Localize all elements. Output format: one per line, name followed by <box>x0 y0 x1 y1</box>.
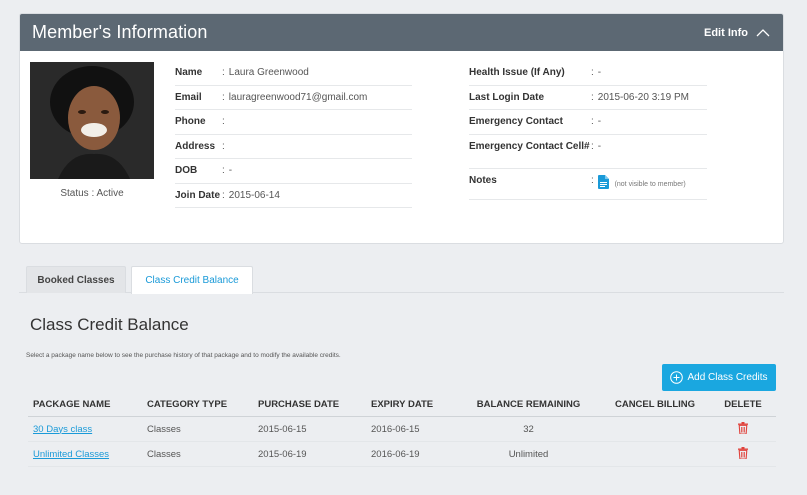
field-dob: DOB : - <box>175 159 412 184</box>
field-label: Emergency Contact <box>469 116 563 127</box>
col-category-type: CATEGORY TYPE <box>147 399 228 410</box>
edit-info-label: Edit Info <box>704 26 748 39</box>
table-row: 30 Days class Classes 2015-06-15 2016-06… <box>28 417 776 442</box>
field-label: Notes <box>469 174 497 186</box>
field-health-issue: Health Issue (If Any) : - <box>469 61 707 86</box>
member-info-right: Health Issue (If Any) : - Last Login Dat… <box>469 61 707 200</box>
field-colon: : <box>222 140 225 152</box>
col-delete: DELETE <box>724 399 762 410</box>
add-class-credits-label: Add Class Credits <box>687 372 768 383</box>
field-colon: : <box>222 189 225 201</box>
field-colon: : <box>591 67 594 78</box>
section-title: Class Credit Balance <box>30 315 189 334</box>
field-label: DOB <box>175 165 198 176</box>
field-label: Email <box>175 91 202 103</box>
field-value: - <box>597 140 602 152</box>
balance-cell: 32 <box>523 423 534 435</box>
member-info-header: Member's Information Edit Info <box>20 14 783 51</box>
trash-icon[interactable] <box>738 446 748 459</box>
field-name: Name : Laura Greenwood <box>175 61 412 86</box>
col-balance-remaining: BALANCE REMAINING <box>476 399 581 410</box>
field-label: Phone <box>175 116 206 127</box>
field-value: 2015-06-20 3:19 PM <box>597 91 689 103</box>
table-header: PACKAGE NAME CATEGORY TYPE PURCHASE DATE… <box>28 393 776 417</box>
field-join-date: Join Date : 2015-06-14 <box>175 184 412 208</box>
expiry-date-cell: 2016-06-15 <box>371 423 420 435</box>
field-label: Emergency Contact Cell# <box>469 140 590 152</box>
field-colon: : <box>222 165 225 176</box>
field-colon: : <box>591 91 594 103</box>
section-hint: Select a package name below to see the p… <box>26 352 341 359</box>
field-label: Name <box>175 67 203 78</box>
chevron-up-icon <box>756 28 770 36</box>
package-link[interactable]: Unlimited Classes <box>33 449 109 460</box>
field-colon: : <box>222 67 225 78</box>
member-info-left: Name : Laura Greenwood Email : lauragree… <box>175 61 412 208</box>
purchase-date-cell: 2015-06-15 <box>258 423 307 435</box>
member-status: Status : Active <box>60 188 124 199</box>
plus-circle-icon <box>670 371 684 384</box>
field-value: 2015-06-14 <box>228 189 280 201</box>
tab-booked-classes[interactable]: Booked Classes <box>26 266 126 293</box>
field-colon: : <box>591 140 594 152</box>
field-value: - <box>597 67 602 78</box>
member-info-title: Member's Information <box>32 22 208 42</box>
field-label: Address <box>175 140 216 152</box>
notes-hint: (not visible to member) <box>614 180 686 188</box>
notes-value: (not visible to member) <box>597 174 686 189</box>
purchase-date-cell: 2015-06-19 <box>258 448 307 460</box>
edit-info-button[interactable]: Edit Info <box>704 27 770 39</box>
tab-bar: Booked Classes Class Credit Balance <box>19 266 784 294</box>
col-cancel-billing: CANCEL BILLING <box>614 399 696 410</box>
field-colon: : <box>222 91 225 103</box>
field-email: Email : lauragreenwood71@gmail.com <box>175 86 412 110</box>
field-colon: : <box>591 174 594 186</box>
field-notes: Notes : (not visible to member) <box>469 169 707 200</box>
field-value: Laura Greenwood <box>228 67 309 78</box>
expiry-date-cell: 2016-06-19 <box>371 448 420 460</box>
field-emergency-cell: Emergency Contact Cell# : - <box>469 135 707 169</box>
field-address: Address : <box>175 135 412 159</box>
field-label: Join Date <box>175 189 221 201</box>
field-phone: Phone : <box>175 110 412 135</box>
field-last-login: Last Login Date : 2015-06-20 3:19 PM <box>469 86 707 110</box>
field-value: - <box>597 116 602 127</box>
table-row: Unlimited Classes Classes 2015-06-19 201… <box>28 442 776 467</box>
package-link[interactable]: 30 Days class <box>33 424 92 435</box>
field-value: - <box>228 165 233 176</box>
field-label: Last Login Date <box>469 91 545 103</box>
field-colon: : <box>591 116 594 127</box>
col-purchase-date: PURCHASE DATE <box>258 399 340 410</box>
field-label: Health Issue (If Any) <box>469 67 565 78</box>
trash-icon[interactable] <box>738 421 748 434</box>
tab-class-credit-balance[interactable]: Class Credit Balance <box>131 266 253 294</box>
field-emergency-contact: Emergency Contact : - <box>469 110 707 135</box>
member-photo <box>30 62 154 179</box>
col-expiry-date: EXPIRY DATE <box>371 399 434 410</box>
member-info-card: Member's Information Edit Info Status : … <box>19 13 784 244</box>
balance-cell: Unlimited <box>508 448 549 460</box>
document-icon[interactable] <box>597 174 609 189</box>
add-class-credits-button[interactable]: Add Class Credits <box>662 364 776 391</box>
field-value: lauragreenwood71@gmail.com <box>228 91 368 103</box>
credit-table: PACKAGE NAME CATEGORY TYPE PURCHASE DATE… <box>28 393 776 467</box>
col-package-name: PACKAGE NAME <box>33 399 111 410</box>
category-cell: Classes <box>147 448 181 460</box>
field-colon: : <box>222 116 225 127</box>
category-cell: Classes <box>147 423 181 435</box>
